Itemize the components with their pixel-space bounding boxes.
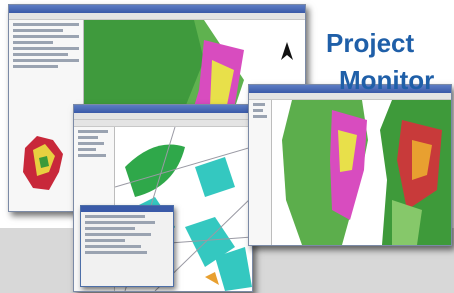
layers-panel <box>249 100 272 245</box>
window-toolbar-2 <box>74 120 252 127</box>
window-toolbar <box>74 113 252 120</box>
north-arrow-icon <box>281 42 293 60</box>
land-use-map[interactable] <box>272 100 451 245</box>
overview-map <box>15 128 71 198</box>
dialog-titlebar <box>81 206 173 212</box>
gis-window-middle[interactable] <box>73 104 253 292</box>
attribute-dialog[interactable] <box>80 205 174 287</box>
window-titlebar <box>9 5 305 13</box>
window-toolbar <box>9 13 305 20</box>
gis-window-front[interactable] <box>248 84 452 246</box>
window-titlebar <box>74 105 252 113</box>
title-line2: Monitor <box>339 65 435 95</box>
title-line1: Project <box>326 28 415 58</box>
